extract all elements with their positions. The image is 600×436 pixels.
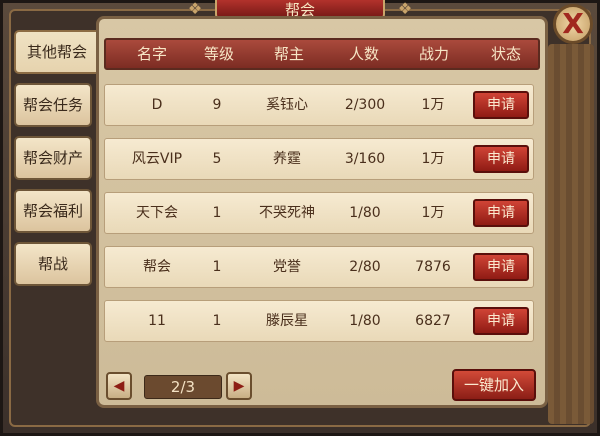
- guild-members: 1/80: [349, 205, 381, 221]
- guild-name: D: [151, 97, 163, 113]
- guild-level: 1: [212, 205, 222, 221]
- tab-guild-war[interactable]: 帮战: [14, 242, 92, 286]
- header-leader: 帮主: [273, 45, 304, 63]
- apply-button[interactable]: 申请: [473, 199, 529, 227]
- wood-decoration: [548, 44, 594, 424]
- apply-button[interactable]: 申请: [473, 307, 529, 335]
- guild-name: 风云VIP: [131, 151, 183, 167]
- apply-button[interactable]: 申请: [473, 145, 529, 173]
- join-all-button[interactable]: 一键加入: [452, 369, 536, 401]
- table-row: 风云VIP 5 养霆 3/160 1万 申请: [104, 138, 534, 180]
- close-button[interactable]: X: [553, 4, 593, 44]
- guild-name: 帮会: [143, 259, 171, 275]
- guild-leader: 滕辰星: [266, 313, 308, 329]
- guild-members: 3/160: [344, 151, 386, 167]
- tab-guild-welfare[interactable]: 帮会福利: [14, 189, 92, 233]
- guild-level: 9: [212, 97, 222, 113]
- guild-leader: 党誉: [273, 259, 301, 275]
- tab-other-guilds[interactable]: 其他帮会: [14, 30, 98, 74]
- table-header: 名字 等级 帮主 人数 战力 状态: [104, 38, 540, 70]
- next-page-button[interactable]: ▶: [226, 372, 252, 400]
- guild-level: 1: [212, 313, 222, 329]
- table-row: 11 1 滕辰星 1/80 6827 申请: [104, 300, 534, 342]
- guild-leader: 养霆: [273, 151, 301, 167]
- header-members: 人数: [348, 45, 379, 63]
- prev-page-button[interactable]: ◀: [106, 372, 132, 400]
- guild-name: 11: [148, 313, 166, 329]
- guild-power: 7876: [415, 259, 451, 275]
- header-level: 等级: [203, 45, 234, 63]
- guild-power: 1万: [421, 151, 445, 167]
- left-arrow-icon: ◀: [113, 378, 125, 394]
- sidebar: 其他帮会 帮会任务 帮会财产 帮会福利 帮战: [14, 30, 98, 295]
- guild-level: 1: [212, 259, 222, 275]
- tab-guild-tasks[interactable]: 帮会任务: [14, 83, 92, 127]
- guild-name: 天下会: [136, 205, 178, 221]
- apply-button[interactable]: 申请: [473, 91, 529, 119]
- header-power: 战力: [418, 45, 449, 63]
- header-name: 名字: [136, 45, 167, 63]
- page-indicator: 2/3: [144, 375, 222, 399]
- guild-members: 2/300: [344, 97, 386, 113]
- header-status: 状态: [490, 45, 521, 63]
- table-row: 天下会 1 不哭死神 1/80 1万 申请: [104, 192, 534, 234]
- tab-guild-property[interactable]: 帮会财产: [14, 136, 92, 180]
- guild-leader: 奚钰心: [266, 97, 308, 113]
- guild-leader: 不哭死神: [259, 205, 315, 221]
- apply-button[interactable]: 申请: [473, 253, 529, 281]
- table-row: D 9 奚钰心 2/300 1万 申请: [104, 84, 534, 126]
- guild-power: 1万: [421, 97, 445, 113]
- guild-power: 1万: [421, 205, 445, 221]
- close-icon: X: [562, 7, 584, 40]
- guild-members: 2/80: [349, 259, 381, 275]
- guild-members: 1/80: [349, 313, 381, 329]
- guild-level: 5: [212, 151, 222, 167]
- table-row: 帮会 1 党誉 2/80 7876 申请: [104, 246, 534, 288]
- guild-power: 6827: [415, 313, 451, 329]
- right-arrow-icon: ▶: [233, 378, 245, 394]
